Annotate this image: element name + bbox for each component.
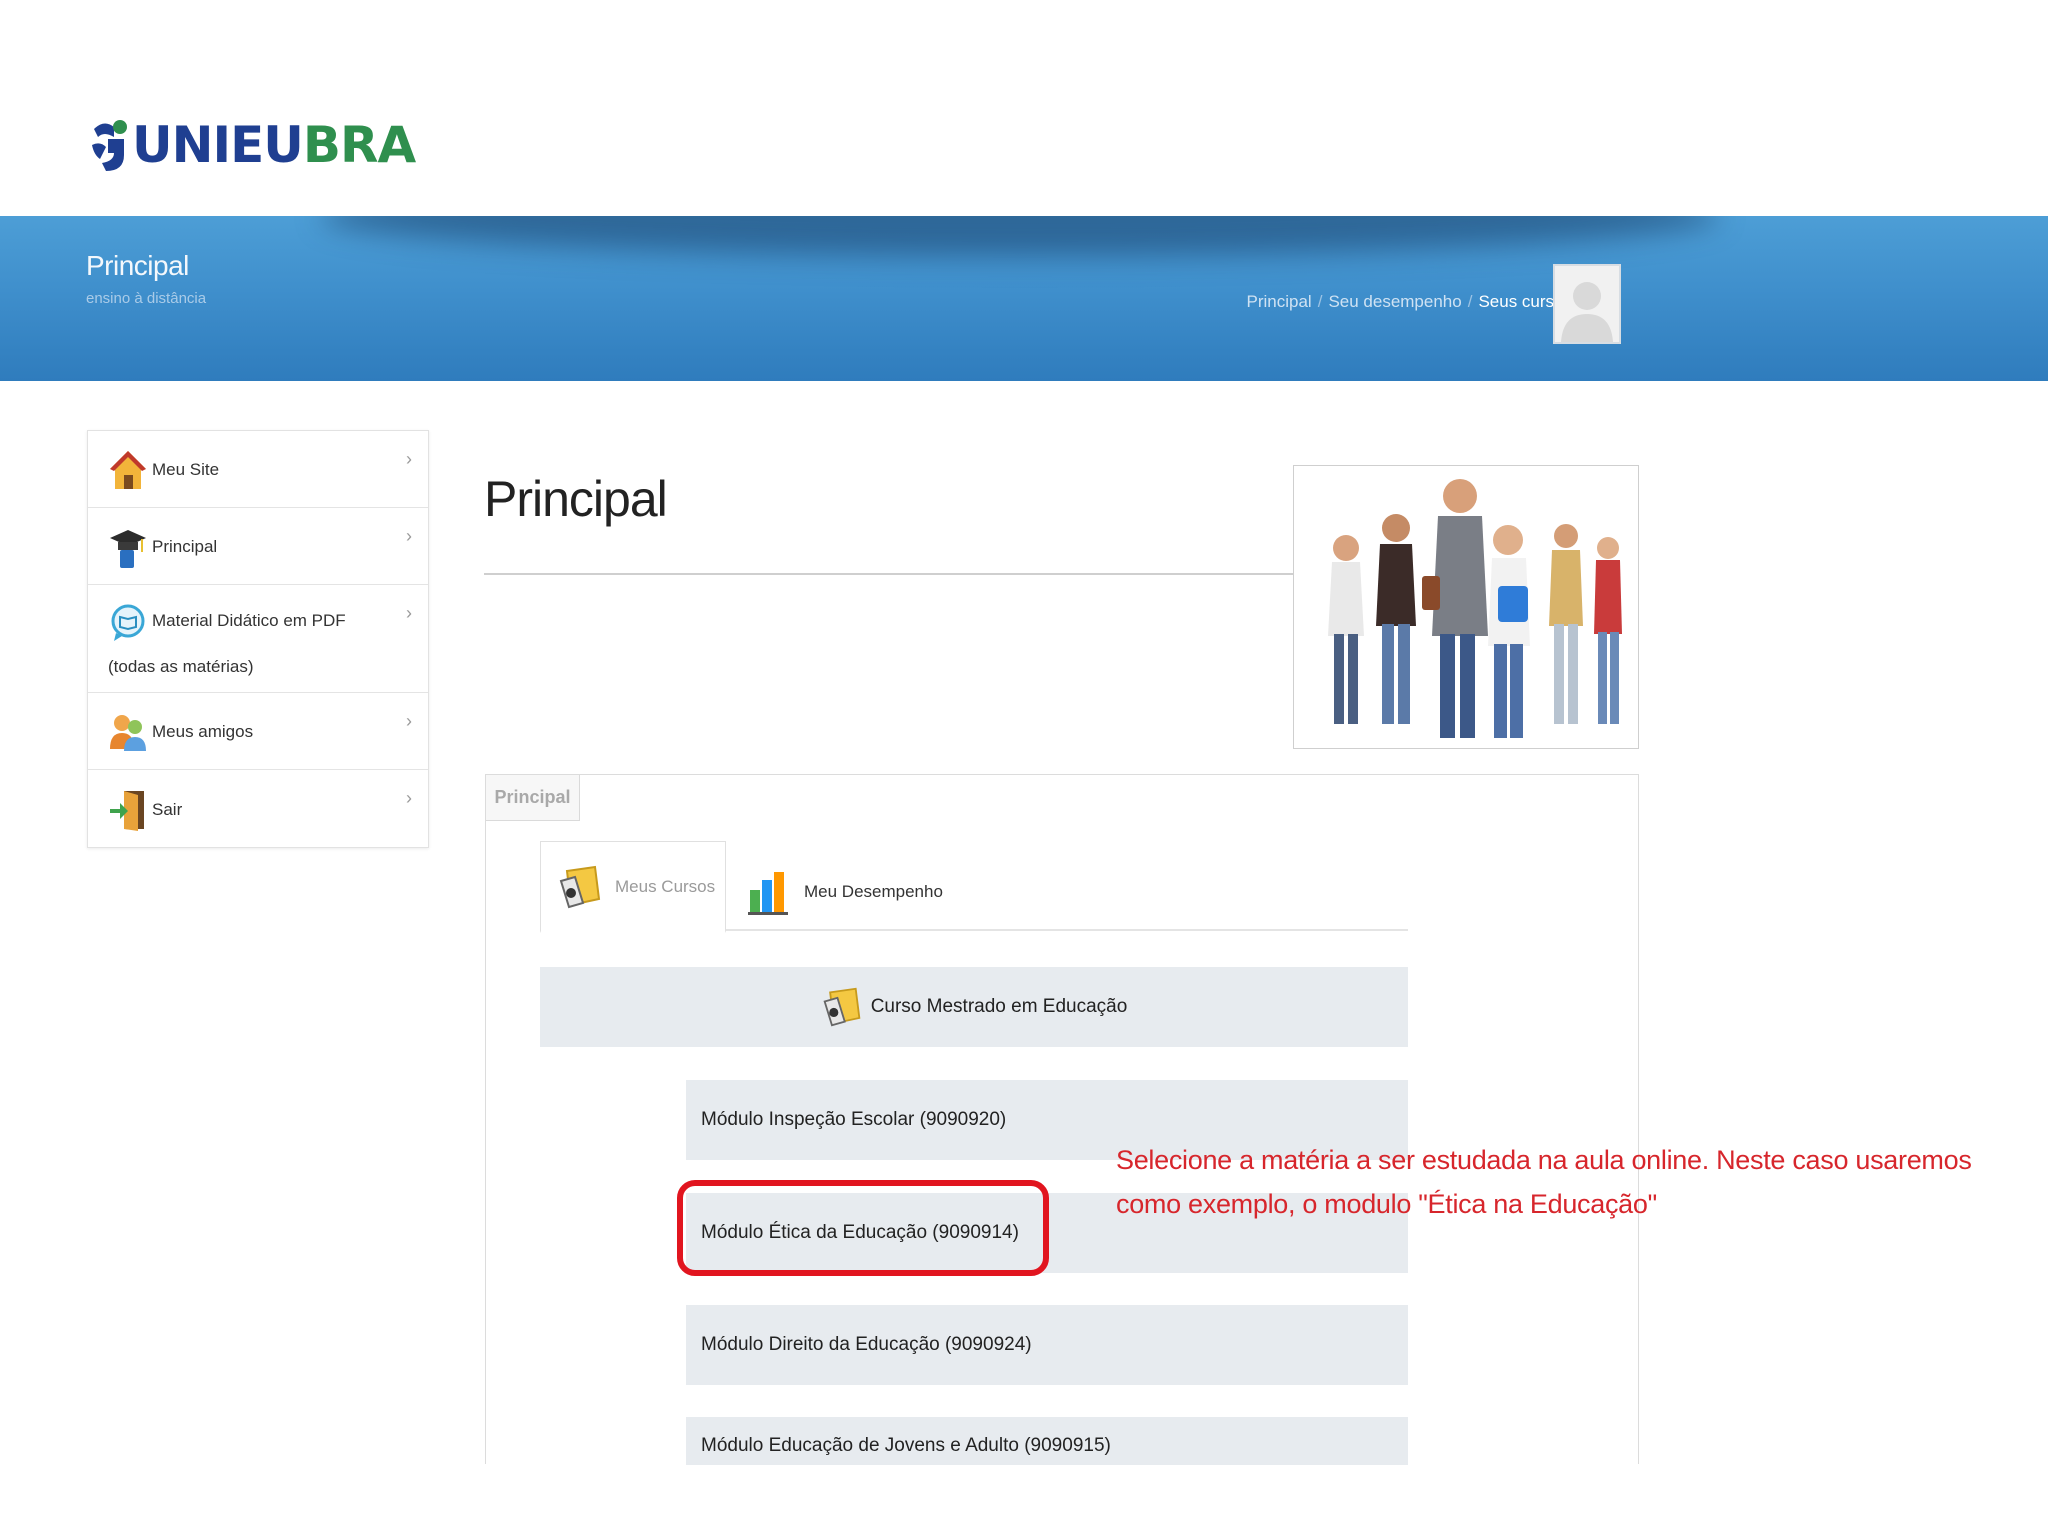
- breadcrumb-separator: /: [1467, 292, 1473, 311]
- exit-door-icon: [110, 790, 144, 831]
- sidebar-item-label: Material Didático em PDF: [152, 611, 346, 630]
- tab-label: Meu Desempenho: [804, 882, 943, 901]
- chevron-right-icon: ›: [406, 526, 412, 546]
- sidebar-item-material-pdf[interactable]: Material Didático em PDF (todas as matér…: [88, 585, 428, 693]
- sidebar-item-label: Meus amigos: [152, 722, 254, 741]
- chevron-right-icon: ›: [406, 449, 412, 469]
- tab-meus-cursos[interactable]: Meus Cursos: [540, 841, 726, 933]
- sidebar-item-label-secondary: (todas as matérias): [108, 656, 254, 676]
- sidebar-item-label: Sair: [152, 799, 183, 819]
- sidebar-item-principal[interactable]: Principal ›: [88, 508, 428, 585]
- courses-tabs: Meus Cursos Meu Desempenho: [540, 841, 1408, 933]
- panel-tab-principal[interactable]: Principal: [486, 775, 580, 821]
- tab-label: Meus Cursos: [615, 876, 716, 896]
- logo-uni: UNI: [132, 116, 231, 174]
- title-divider: [484, 573, 1294, 575]
- bar-chart-icon: [748, 872, 788, 915]
- courses-panel: Principal Meus Cursos Meu Desempenho Cur…: [485, 774, 1639, 1465]
- logo-mark-icon: [92, 120, 127, 171]
- book-bubble-icon: [111, 604, 145, 641]
- user-silhouette-icon: [1561, 282, 1613, 342]
- logo-eu: EU: [230, 116, 304, 174]
- friends-icon: [110, 715, 146, 751]
- site-logo[interactable]: UNIEUBRA: [90, 112, 416, 178]
- hero-students-image: [1293, 465, 1639, 749]
- graduation-cap-icon: [110, 530, 146, 568]
- breadcrumb-principal[interactable]: Principal: [1247, 292, 1312, 312]
- chevron-right-icon: ›: [406, 788, 412, 808]
- highlight-box: [677, 1180, 1049, 1276]
- logo-wordmark: UNIEUBRA: [132, 115, 416, 175]
- chevron-right-icon: ›: [406, 603, 412, 623]
- sidebar-item-label: Meu Site: [152, 460, 220, 479]
- breadcrumb: Principal / Seu desempenho / Seus cursos: [1247, 292, 1573, 312]
- breadcrumb-separator: /: [1317, 292, 1323, 311]
- module-item-jovens-adulto[interactable]: Módulo Educação de Jovens e Adulto (9090…: [686, 1417, 1408, 1465]
- breadcrumb-desempenho[interactable]: Seu desempenho: [1328, 292, 1461, 312]
- header-band: Principal ensino à distância Principal /…: [0, 216, 2048, 381]
- tab-meu-desempenho[interactable]: Meu Desempenho: [746, 841, 943, 931]
- course-header-row[interactable]: Curso Mestrado em Educação: [540, 967, 1408, 1047]
- course-name: Curso Mestrado em Educação: [870, 996, 1128, 1017]
- module-label: Módulo Educação de Jovens e Adulto (9090…: [701, 1435, 1111, 1456]
- module-label: Módulo Inspeção Escolar (9090920): [701, 1109, 1007, 1130]
- logo-bra: BRA: [302, 116, 416, 174]
- avatar[interactable]: [1553, 264, 1621, 344]
- header-subtitle: ensino à distância: [86, 290, 207, 307]
- house-icon: [110, 451, 146, 489]
- sidebar-item-meus-amigos[interactable]: Meus amigos ›: [88, 693, 428, 770]
- sidebar-menu: Meu Site › Principal › Material Didático…: [87, 430, 429, 848]
- header-title: Principal: [86, 250, 189, 281]
- module-item-direito[interactable]: Módulo Direito da Educação (9090924): [686, 1305, 1408, 1385]
- instruction-annotation: Selecione a matéria a ser estudada na au…: [1116, 1145, 1972, 1219]
- students-group-illustration: [1294, 466, 1638, 748]
- courses-icon: [823, 987, 861, 1027]
- module-label: Módulo Direito da Educação (9090924): [701, 1334, 1032, 1355]
- page-title: Principal: [484, 471, 668, 527]
- sidebar-item-sair[interactable]: Sair ›: [88, 770, 428, 847]
- sidebar-item-meu-site[interactable]: Meu Site ›: [88, 431, 428, 508]
- chevron-right-icon: ›: [406, 711, 412, 731]
- courses-icon: [559, 865, 601, 908]
- sidebar-item-label: Principal: [152, 537, 218, 556]
